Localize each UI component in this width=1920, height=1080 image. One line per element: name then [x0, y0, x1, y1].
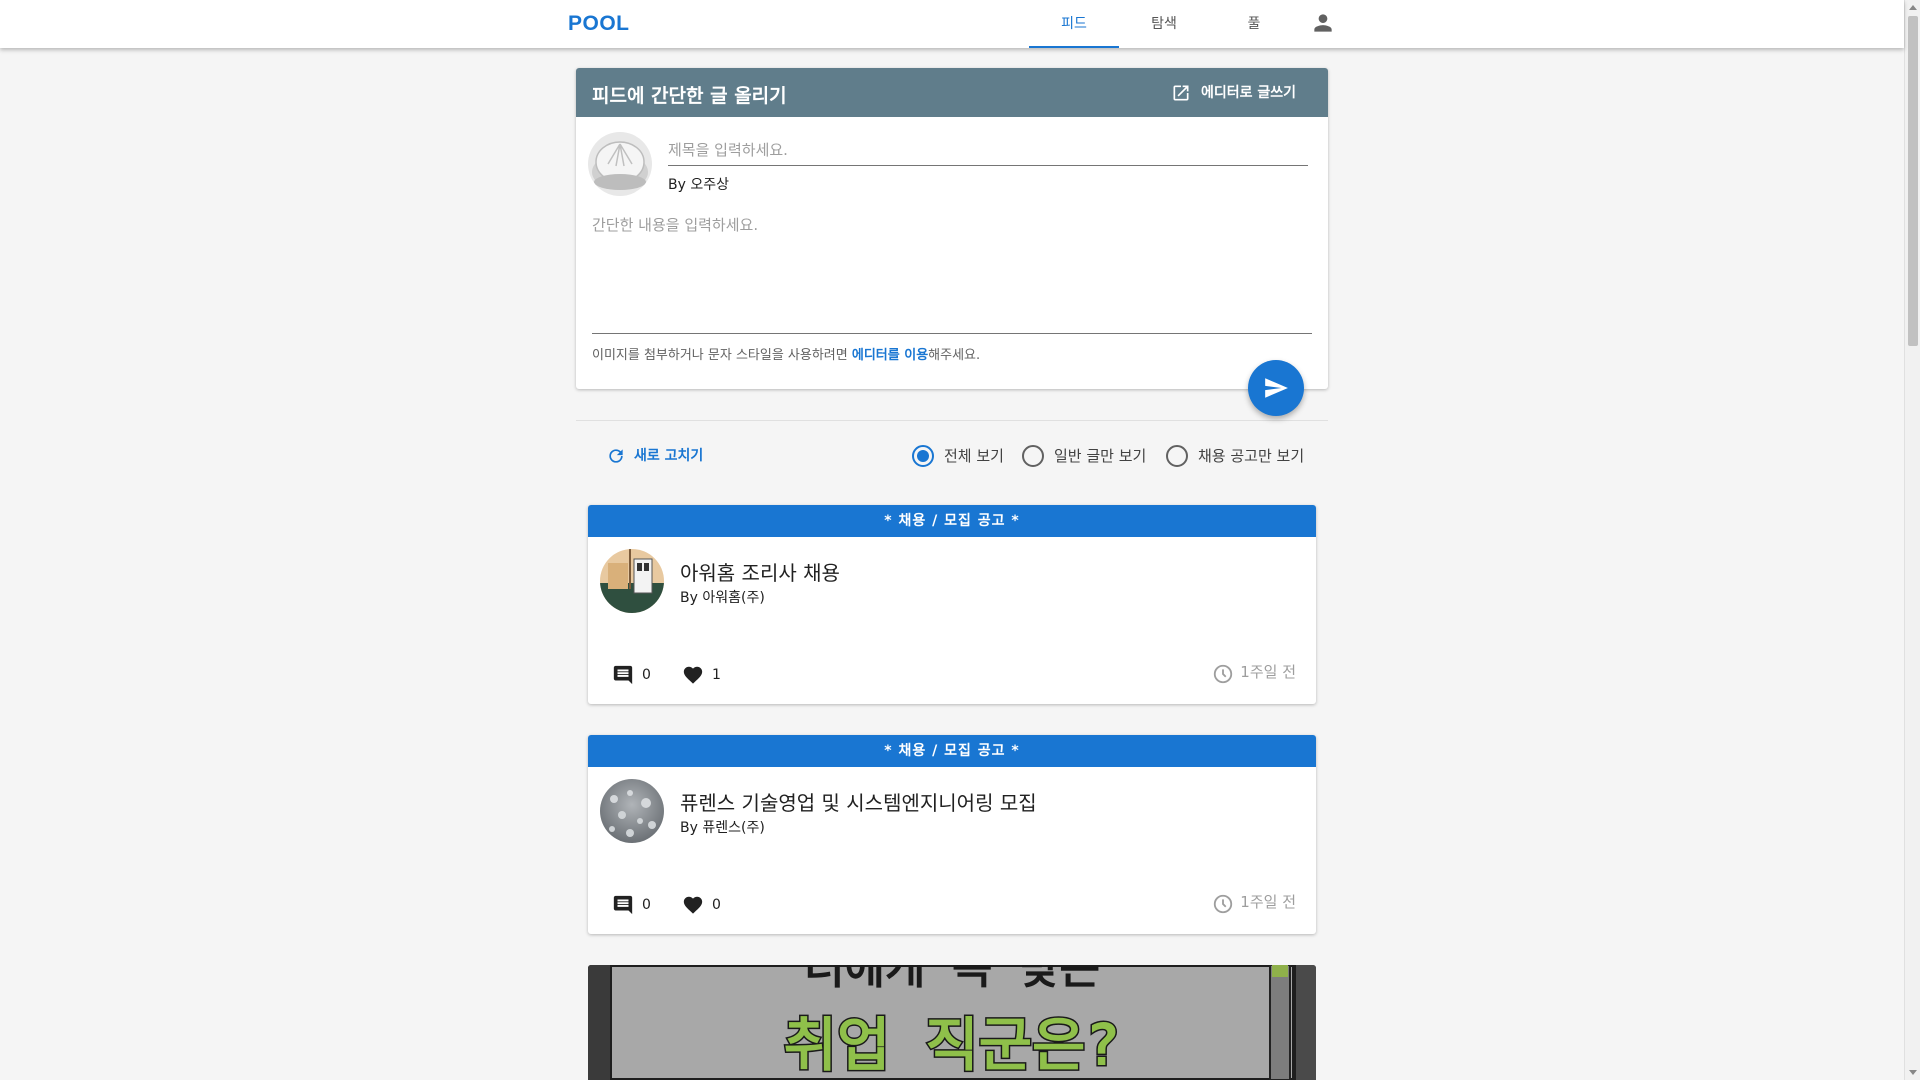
scroll-down-arrow-icon[interactable]	[1909, 1070, 1917, 1075]
filter-general-radio[interactable]: 일반 글만 보기	[1022, 442, 1146, 470]
heart-icon	[683, 896, 703, 914]
post-author-avatar[interactable]	[600, 779, 664, 843]
post-author: By 아워홈(주)	[680, 590, 765, 606]
scroll-up-arrow-icon[interactable]	[1909, 5, 1917, 10]
avatar-image-icon	[588, 132, 652, 196]
compose-title: 피드에 간단한 글 올리기	[592, 85, 787, 107]
job-posting-banner: * 채용 / 모집 공고 *	[588, 505, 1316, 537]
filter-jobs-label: 채용 공고만 보기	[1198, 447, 1305, 465]
open-editor-label: 에디터로 글쓰기	[1200, 85, 1296, 101]
radio-unchecked-icon	[1022, 445, 1044, 467]
clock-icon	[1214, 664, 1233, 684]
image-headline-top: 너에게 꼭 맞는	[804, 965, 1100, 994]
post-title[interactable]: 퓨렌스 기술영업 및 시스템엔지니어링 모집	[680, 787, 1037, 816]
compose-card: 피드에 간단한 글 올리기 에디터로 글쓰기 By 오주상 이미지를 첨부하거나…	[576, 68, 1328, 389]
post-author: By 퓨렌스(주)	[680, 820, 765, 836]
comment-count-value: 0	[642, 897, 651, 913]
comment-count-value: 0	[642, 667, 651, 683]
clock-icon	[1214, 894, 1233, 914]
compose-author-label: By 오주상	[668, 177, 729, 193]
filter-jobs-radio[interactable]: 채용 공고만 보기	[1166, 442, 1304, 470]
comment-icon	[613, 665, 633, 685]
post-time-value: 1주일 전	[1240, 663, 1296, 681]
like-count-value: 0	[712, 897, 721, 913]
pool-logo[interactable]: POOL	[568, 12, 630, 36]
open-editor-button[interactable]: 에디터로 글쓰기	[1161, 76, 1310, 110]
post-time: 1주일 전	[1212, 891, 1296, 915]
post-image: 너에게 꼭 맞는 취업 직군은?	[588, 965, 1316, 1080]
like-count-value: 1	[712, 667, 721, 683]
tab-feed[interactable]: 피드	[1029, 0, 1119, 48]
filter-general-label: 일반 글만 보기	[1054, 447, 1147, 465]
post-body-textarea[interactable]	[592, 214, 1312, 334]
refresh-icon	[609, 449, 623, 463]
section-divider	[576, 420, 1328, 421]
editor-hint-text: 이미지를 첨부하거나 문자 스타일을 사용하려면 에디터를 이용해주세요.	[592, 344, 980, 363]
hint-prefix: 이미지를 첨부하거나 문자 스타일을 사용하려면	[592, 348, 852, 363]
tab-pool[interactable]: 풀	[1209, 0, 1299, 48]
refresh-button[interactable]: 새로 고치기	[596, 438, 713, 474]
my-avatar	[588, 132, 652, 196]
filter-all-radio[interactable]: 전체 보기	[912, 442, 1004, 470]
post-time-value: 1주일 전	[1240, 893, 1296, 911]
avatar-image-icon	[600, 549, 664, 613]
use-editor-link[interactable]: 에디터를 이용	[852, 348, 928, 363]
pixel-grid-left	[588, 965, 610, 1080]
like-count[interactable]: 1	[682, 663, 721, 687]
image-post-card[interactable]: 너에게 꼭 맞는 취업 직군은?	[588, 965, 1316, 1080]
feed-post-card[interactable]: * 채용 / 모집 공고 * 아워홈 조리사 채용 By 아워홈(주) 0 1 …	[588, 505, 1316, 704]
radio-checked-icon	[912, 445, 934, 467]
heart-icon	[683, 666, 703, 684]
send-post-button[interactable]	[1248, 360, 1304, 416]
scrollbar-thumb[interactable]	[1908, 16, 1918, 346]
feed-post-card[interactable]: * 채용 / 모집 공고 * 퓨렌스 기술영업 및 시스템엔지니어링 모집 By…	[588, 735, 1316, 934]
avatar-image-icon	[600, 779, 664, 843]
top-navigation-bar: POOL 피드 탐색 풀	[0, 0, 1904, 48]
hint-suffix: 해주세요.	[928, 348, 981, 363]
account-icon[interactable]	[1310, 10, 1336, 36]
like-count[interactable]: 0	[682, 893, 721, 917]
send-icon	[1265, 378, 1288, 398]
compose-header: 피드에 간단한 글 올리기 에디터로 글쓰기	[576, 68, 1328, 117]
open-in-new-icon	[1173, 85, 1189, 101]
post-time: 1주일 전	[1212, 661, 1296, 685]
refresh-label: 새로 고치기	[634, 448, 704, 464]
page-scrollbar[interactable]	[1904, 0, 1920, 1080]
comment-icon	[613, 895, 633, 915]
comment-count[interactable]: 0	[612, 663, 651, 687]
post-title-input[interactable]	[668, 134, 1308, 166]
post-author-avatar[interactable]	[600, 549, 664, 613]
post-title[interactable]: 아워홈 조리사 채용	[680, 557, 840, 586]
image-headline-main: 취업 직군은?	[784, 1011, 1121, 1079]
tab-explore[interactable]: 탐색	[1119, 0, 1209, 48]
filter-all-label: 전체 보기	[944, 447, 1004, 465]
radio-unchecked-icon	[1166, 445, 1188, 467]
job-posting-banner: * 채용 / 모집 공고 *	[588, 735, 1316, 767]
comment-count[interactable]: 0	[612, 893, 651, 917]
